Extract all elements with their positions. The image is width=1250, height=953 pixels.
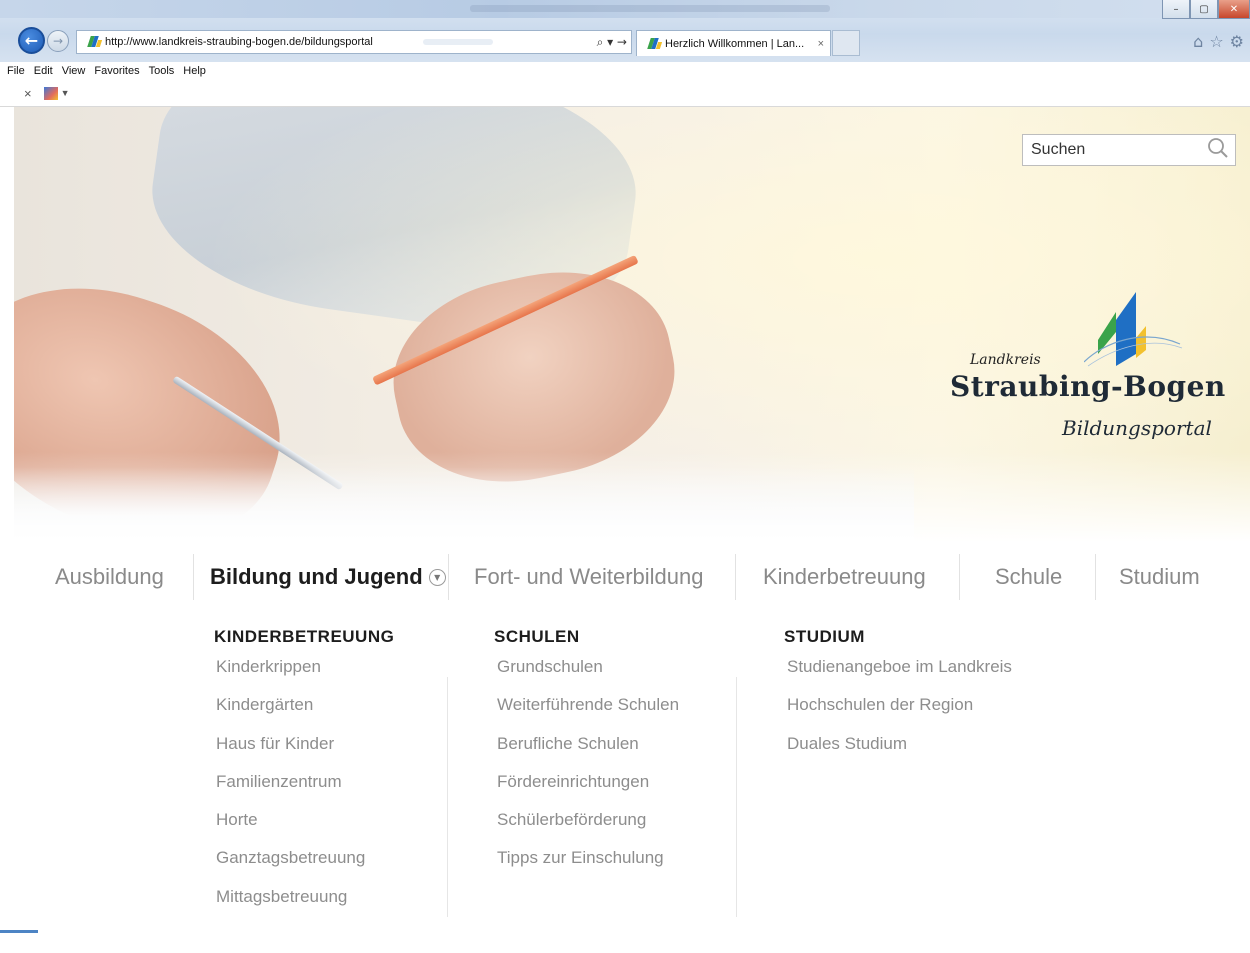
megamenu-column-schulen: SCHULEN Grundschulen Weiterführende Schu… <box>494 627 679 887</box>
column-heading: STUDIUM <box>784 627 865 646</box>
menu-link-grundschulen[interactable]: Grundschulen <box>497 657 679 695</box>
menu-file[interactable]: File <box>7 65 25 77</box>
menu-link-tipps-zur-einschulung[interactable]: Tipps zur Einschulung <box>497 848 679 886</box>
back-button[interactable]: ← <box>18 27 45 54</box>
menu-view[interactable]: View <box>62 65 86 77</box>
tab-favicon-icon <box>647 37 663 51</box>
menu-link-familienzentrum[interactable]: Familienzentrum <box>216 772 394 810</box>
column-heading: KINDERBETREUUNG <box>214 627 395 646</box>
logo-landkreis-text: Landkreis <box>970 352 1041 368</box>
nav-label: Bildung und Jugend <box>210 564 423 589</box>
nav-divider <box>193 554 194 600</box>
close-window-button[interactable]: ✕ <box>1218 0 1250 19</box>
nav-divider <box>959 554 960 600</box>
menu-link-duales-studium[interactable]: Duales Studium <box>787 734 1012 772</box>
nav-item-ausbildung[interactable]: Ausbildung <box>55 554 164 600</box>
search-input[interactable] <box>1023 140 1203 160</box>
nav-item-kinderbetreuung[interactable]: Kinderbetreuung <box>763 554 926 600</box>
nav-label: Fort- und Weiterbildung <box>474 564 704 589</box>
search-icon[interactable] <box>1207 137 1229 164</box>
menu-link-weiterfuehrende-schulen[interactable]: Weiterführende Schulen <box>497 695 679 733</box>
nav-item-schule[interactable]: Schule <box>995 554 1062 600</box>
window-controls: – ▢ ✕ <box>1162 0 1250 20</box>
nav-label: Studium <box>1119 564 1200 589</box>
column-heading: SCHULEN <box>494 627 580 646</box>
favorites-star-icon[interactable]: ☆ <box>1209 32 1223 51</box>
nav-item-fort-und-weiterbildung[interactable]: Fort- und Weiterbildung <box>474 554 704 600</box>
menu-tools[interactable]: Tools <box>149 65 175 77</box>
hero-banner: Landkreis Straubing-Bogen Bildungsportal <box>14 107 1250 542</box>
search-box[interactable] <box>1022 134 1236 166</box>
nav-item-studium[interactable]: Studium <box>1119 554 1200 600</box>
browser-chrome: – ▢ ✕ ← → http://www.landkreis-straubing… <box>0 0 1250 62</box>
menu-link-berufliche-schulen[interactable]: Berufliche Schulen <box>497 734 679 772</box>
menu-link-hochschulen-der-region[interactable]: Hochschulen der Region <box>787 695 1012 733</box>
menu-link-schuelerbefoerderung[interactable]: Schülerbeförderung <box>497 810 679 848</box>
menu-link-haus-fuer-kinder[interactable]: Haus für Kinder <box>216 734 394 772</box>
add-on-icon[interactable] <box>43 86 58 100</box>
menu-bar: File Edit View Favorites Tools Help <box>0 62 1250 80</box>
menu-link-ganztagsbetreuung[interactable]: Ganztagsbetreuung <box>216 848 394 886</box>
menu-edit[interactable]: Edit <box>34 65 53 77</box>
close-bar-icon[interactable]: × <box>24 86 32 101</box>
webpage: Landkreis Straubing-Bogen Bildungsportal… <box>0 107 1250 953</box>
main-navigation: Ausbildung Bildung und Jugend ▼ Fort- un… <box>0 554 1250 600</box>
logo-name-text: Straubing-Bogen <box>950 370 1226 403</box>
nav-divider <box>448 554 449 600</box>
nav-divider <box>1095 554 1096 600</box>
megamenu-column-kinderbetreuung: KINDERBETREUUNG Kinderkrippen Kindergärt… <box>214 627 394 925</box>
column-divider <box>736 677 737 917</box>
dropdown-arrow-icon[interactable]: ▼ <box>61 88 70 98</box>
minimize-button[interactable]: – <box>1162 0 1190 19</box>
arrow-right-icon: → <box>52 34 64 48</box>
address-placeholder-blur <box>422 39 493 45</box>
hero-fade <box>14 452 1250 542</box>
maximize-button[interactable]: ▢ <box>1190 0 1218 19</box>
column-divider <box>447 677 448 917</box>
menu-link-kinderkrippen[interactable]: Kinderkrippen <box>216 657 394 695</box>
new-tab-button[interactable] <box>832 30 860 56</box>
site-favicon-icon <box>87 35 103 49</box>
url-text[interactable]: http://www.landkreis-straubing-bogen.de/… <box>105 36 373 48</box>
address-tools[interactable]: ⌕ ▾ → <box>597 35 631 50</box>
home-icon[interactable]: ⌂ <box>1193 32 1203 51</box>
nav-divider <box>735 554 736 600</box>
chevron-down-icon[interactable]: ▼ <box>428 568 446 586</box>
menu-link-horte[interactable]: Horte <box>216 810 394 848</box>
tab-close-icon[interactable]: × <box>818 38 824 50</box>
megamenu-column-studium: STUDIUM Studienangeboe im Landkreis Hoch… <box>784 627 1012 772</box>
menu-link-foerdereinrichtungen[interactable]: Fördereinrichtungen <box>497 772 679 810</box>
tab-active[interactable]: Herzlich Willkommen | Lan... × <box>636 30 831 56</box>
nav-label: Kinderbetreuung <box>763 564 926 589</box>
settings-gear-icon[interactable]: ⚙ <box>1230 32 1244 51</box>
tab-title: Herzlich Willkommen | Lan... <box>665 37 805 50</box>
menu-favorites[interactable]: Favorites <box>94 65 139 77</box>
accent-bar <box>0 930 38 933</box>
logo-subtitle-text: Bildungsportal <box>1062 416 1212 440</box>
address-bar[interactable]: http://www.landkreis-straubing-bogen.de/… <box>76 30 632 54</box>
command-bar: × ▼ <box>0 80 1250 107</box>
nav-label: Schule <box>995 564 1063 589</box>
menu-link-studienangebote[interactable]: Studienangeboe im Landkreis <box>787 657 1012 695</box>
logo-mark-icon <box>1084 292 1183 367</box>
nav-label: Ausbildung <box>55 564 164 589</box>
toolbar-right: ⌂ ☆ ⚙ <box>1193 32 1244 51</box>
arrow-left-icon: ← <box>24 31 39 50</box>
menu-link-mittagsbetreuung[interactable]: Mittagsbetreuung <box>216 887 394 925</box>
menu-help[interactable]: Help <box>183 65 206 77</box>
nav-item-bildung-und-jugend[interactable]: Bildung und Jugend ▼ <box>210 554 446 600</box>
window-title-blur <box>470 5 830 12</box>
site-logo[interactable]: Landkreis Straubing-Bogen Bildungsportal <box>944 292 1226 452</box>
forward-button[interactable]: → <box>47 30 69 52</box>
menu-link-kindergaerten[interactable]: Kindergärten <box>216 695 394 733</box>
